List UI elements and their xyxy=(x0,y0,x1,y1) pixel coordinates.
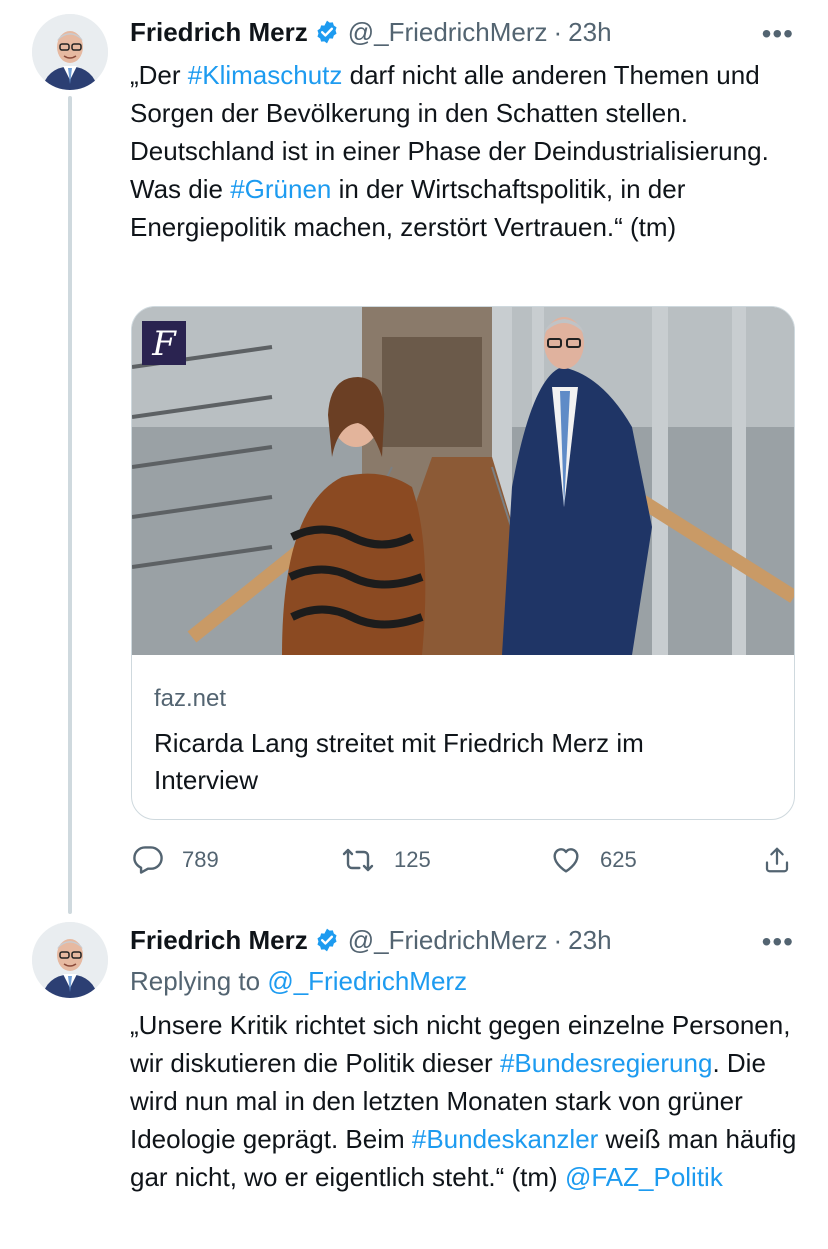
tweet-2[interactable]: Friedrich Merz @_FriedrichMerz · 23h •••… xyxy=(0,0,828,1249)
replying-to: Replying to @_FriedrichMerz xyxy=(130,966,467,997)
more-icon[interactable]: ••• xyxy=(762,928,794,956)
timestamp[interactable]: 23h xyxy=(568,925,611,956)
replying-to-handle[interactable]: @_FriedrichMerz xyxy=(267,966,467,996)
tweet-header: Friedrich Merz @_FriedrichMerz · 23h xyxy=(130,922,612,958)
tweet-text: „Unsere Kritik richtet sich nicht gegen … xyxy=(130,1006,800,1196)
replying-to-prefix: Replying to xyxy=(130,966,268,996)
author-handle[interactable]: @_FriedrichMerz xyxy=(348,925,548,956)
verified-badge-icon xyxy=(314,927,340,953)
hashtag-link[interactable]: #Bundeskanzler xyxy=(412,1124,598,1154)
separator-dot: · xyxy=(553,924,563,955)
avatar[interactable] xyxy=(32,922,108,998)
author-name[interactable]: Friedrich Merz xyxy=(130,925,308,956)
hashtag-link[interactable]: #Bundesregierung xyxy=(500,1048,713,1078)
mention-link[interactable]: @FAZ_Politik xyxy=(565,1162,723,1192)
